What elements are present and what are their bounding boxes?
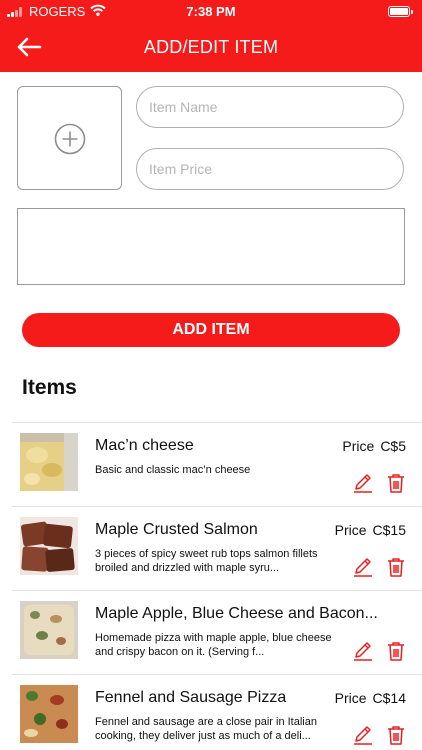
items-heading: Items (22, 376, 77, 399)
price-value: C$5 (380, 438, 406, 454)
edit-pencil-icon[interactable] (352, 472, 374, 494)
fennel-pizza-photo (20, 685, 78, 743)
list-item[interactable]: Maple Crusted Salmon Price C$15 3 pieces … (12, 506, 422, 590)
apple-pizza-photo (20, 601, 78, 659)
item-name: Maple Apple, Blue Cheese and Bacon... (95, 605, 378, 622)
item-description: Basic and classic mac’n cheese (95, 464, 251, 476)
price-label: Price (334, 522, 367, 538)
mac-n-cheese-photo (20, 433, 78, 491)
price-value: C$15 (372, 522, 406, 538)
item-name-input[interactable] (136, 86, 404, 128)
item-description-textarea[interactable] (17, 208, 405, 285)
edit-pencil-icon[interactable] (352, 724, 374, 746)
list-item[interactable]: Fennel and Sausage Pizza Price C$14 Fenne… (12, 674, 422, 750)
delete-trash-icon[interactable] (385, 640, 407, 662)
item-name: Fennel and Sausage Pizza (95, 689, 287, 706)
item-description: Fennel and sausage are a close pair in I… (95, 716, 317, 742)
item-description: 3 pieces of spicy sweet rub tops salmon … (95, 548, 318, 574)
status-time: 7:38 PM (186, 4, 236, 19)
delete-trash-icon[interactable] (385, 724, 407, 746)
price-value: C$14 (372, 690, 406, 706)
status-bar: ROGERS 7:38 PM (0, 0, 422, 24)
price-label: Price (342, 438, 375, 454)
add-item-button[interactable]: ADD ITEM (22, 313, 400, 347)
price-label: Price (334, 690, 367, 706)
edit-pencil-icon[interactable] (352, 640, 374, 662)
delete-trash-icon[interactable] (385, 556, 407, 578)
list-item[interactable]: Mac’n cheese Price C$5 Basic and classic … (12, 422, 422, 506)
item-price-input[interactable] (136, 148, 404, 190)
battery-icon (388, 6, 413, 17)
item-name: Mac’n cheese (95, 437, 194, 454)
item-price: Price C$14 (335, 690, 406, 706)
salmon-photo (20, 517, 78, 575)
list-item[interactable]: Maple Apple, Blue Cheese and Bacon... Ho… (12, 590, 422, 674)
item-price: Price C$15 (335, 522, 406, 538)
add-photo-button[interactable] (17, 86, 122, 190)
plus-circle-icon (54, 123, 86, 155)
delete-trash-icon[interactable] (385, 472, 407, 494)
items-list: Mac’n cheese Price C$5 Basic and classic … (0, 422, 422, 750)
item-price: Price C$5 (342, 438, 406, 454)
page-title: ADD/EDIT ITEM (143, 37, 279, 57)
item-name: Maple Crusted Salmon (95, 521, 258, 538)
app-header: ROGERS 7:38 PM ADD/EDIT ITEM (0, 0, 422, 72)
edit-pencil-icon[interactable] (352, 556, 374, 578)
item-description: Homemade pizza with maple apple, blue ch… (95, 632, 332, 658)
